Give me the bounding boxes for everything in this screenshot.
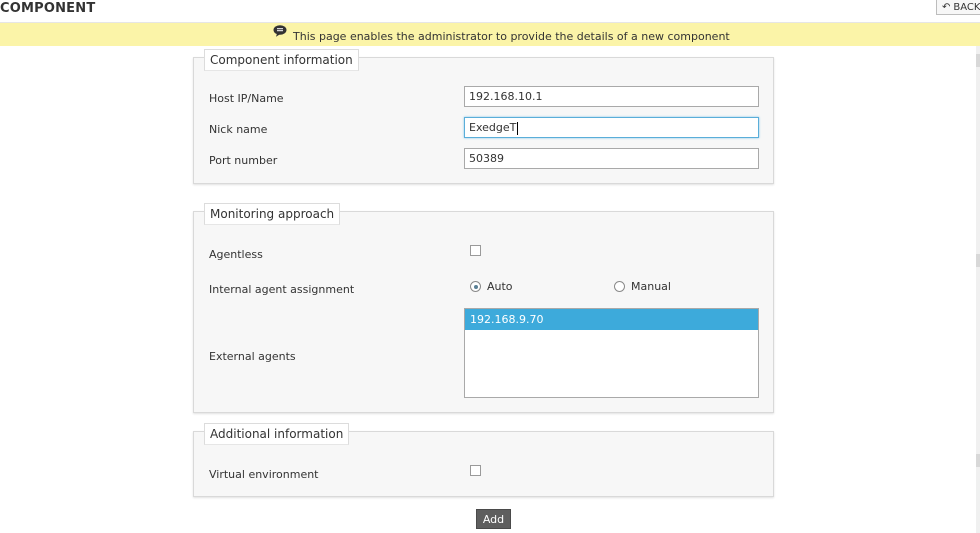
additional-panel: Additional information Virtual environme…	[193, 423, 774, 497]
component-info-legend: Component information	[204, 49, 359, 71]
agentless-checkbox[interactable]	[470, 245, 481, 256]
banner-text: This page enables the administrator to p…	[293, 30, 730, 43]
speech-bubble-icon	[273, 25, 287, 37]
back-arrow-icon: ↶	[942, 2, 951, 13]
virtual-env-label: Virtual environment	[209, 468, 319, 481]
back-label: BACK	[953, 2, 980, 13]
port-label: Port number	[209, 154, 278, 167]
back-button[interactable]: ↶ BACK	[936, 0, 980, 15]
manual-label: Manual	[631, 280, 671, 293]
virtual-env-checkbox[interactable]	[470, 465, 481, 476]
text-caret	[517, 121, 519, 135]
auto-label: Auto	[487, 280, 513, 293]
add-button[interactable]: Add	[476, 509, 511, 529]
port-input[interactable]: 50389	[464, 148, 759, 169]
scrollbar[interactable]	[976, 46, 980, 533]
additional-legend: Additional information	[204, 423, 350, 445]
page-title: COMPONENT	[0, 1, 96, 16]
external-agents-list[interactable]: 192.168.9.70	[464, 308, 759, 398]
nick-value: ExedgeT	[469, 121, 517, 134]
manual-radio[interactable]	[614, 281, 625, 292]
host-input[interactable]: 192.168.10.1	[464, 86, 759, 107]
monitoring-legend: Monitoring approach	[204, 203, 341, 225]
monitoring-panel: Monitoring approach Agentless Internal a…	[193, 203, 774, 413]
list-item[interactable]: 192.168.9.70	[465, 309, 758, 330]
info-banner: This page enables the administrator to p…	[0, 23, 980, 46]
component-info-panel: Component information Host IP/Name 192.1…	[193, 49, 774, 184]
agentless-label: Agentless	[209, 248, 263, 261]
external-agents-label: External agents	[209, 350, 296, 363]
host-label: Host IP/Name	[209, 92, 284, 105]
nick-label: Nick name	[209, 123, 268, 136]
auto-radio[interactable]	[470, 281, 481, 292]
title-bar: COMPONENT ↶ BACK	[0, 0, 980, 23]
internal-agent-label: Internal agent assignment	[209, 283, 355, 296]
nick-input[interactable]: ExedgeT	[464, 117, 759, 138]
